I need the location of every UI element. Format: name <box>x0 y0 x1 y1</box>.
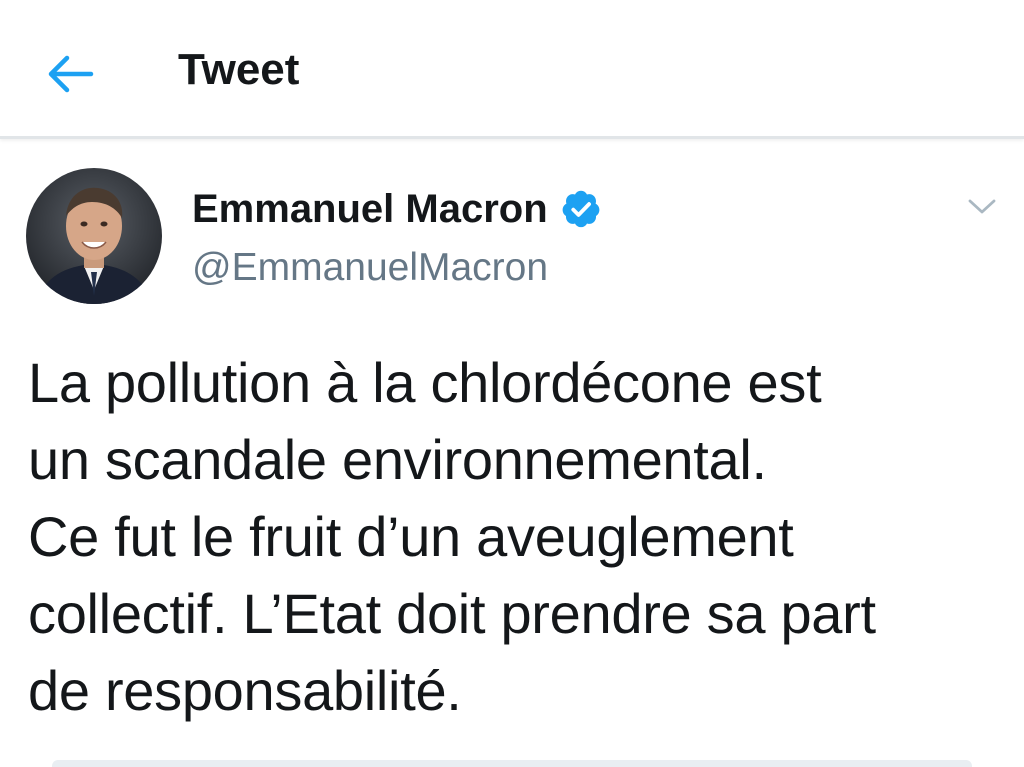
verified-badge-icon <box>560 188 602 230</box>
tweet-text-line: Ce fut le fruit d’un aveuglement <box>28 505 794 568</box>
chevron-down-icon <box>968 199 996 214</box>
author-handle[interactable]: @EmmanuelMacron <box>192 244 548 292</box>
avatar-photo <box>26 168 162 304</box>
tweet-menu-button[interactable] <box>964 188 1000 224</box>
tweet-text-line: La pollution à la chlordécone est <box>28 351 822 414</box>
arrow-left-icon <box>48 55 94 93</box>
tweet-text-line: un scandale environnemental. <box>28 428 767 491</box>
author-name: Emmanuel Macron <box>192 187 548 231</box>
page-title: Tweet <box>178 45 300 94</box>
top-app-bar: Tweet <box>0 0 1024 139</box>
tweet-text-line: collectif. L’Etat doit prendre sa part <box>28 582 876 645</box>
media-card-edge <box>52 760 972 767</box>
tweet-text-line: de responsabilité. <box>28 659 462 722</box>
tweet-text: La pollution à la chlordécone est un sca… <box>28 344 1008 729</box>
avatar[interactable] <box>26 168 162 304</box>
back-button[interactable] <box>40 46 100 102</box>
author-name-row[interactable]: Emmanuel Macron <box>192 185 602 233</box>
